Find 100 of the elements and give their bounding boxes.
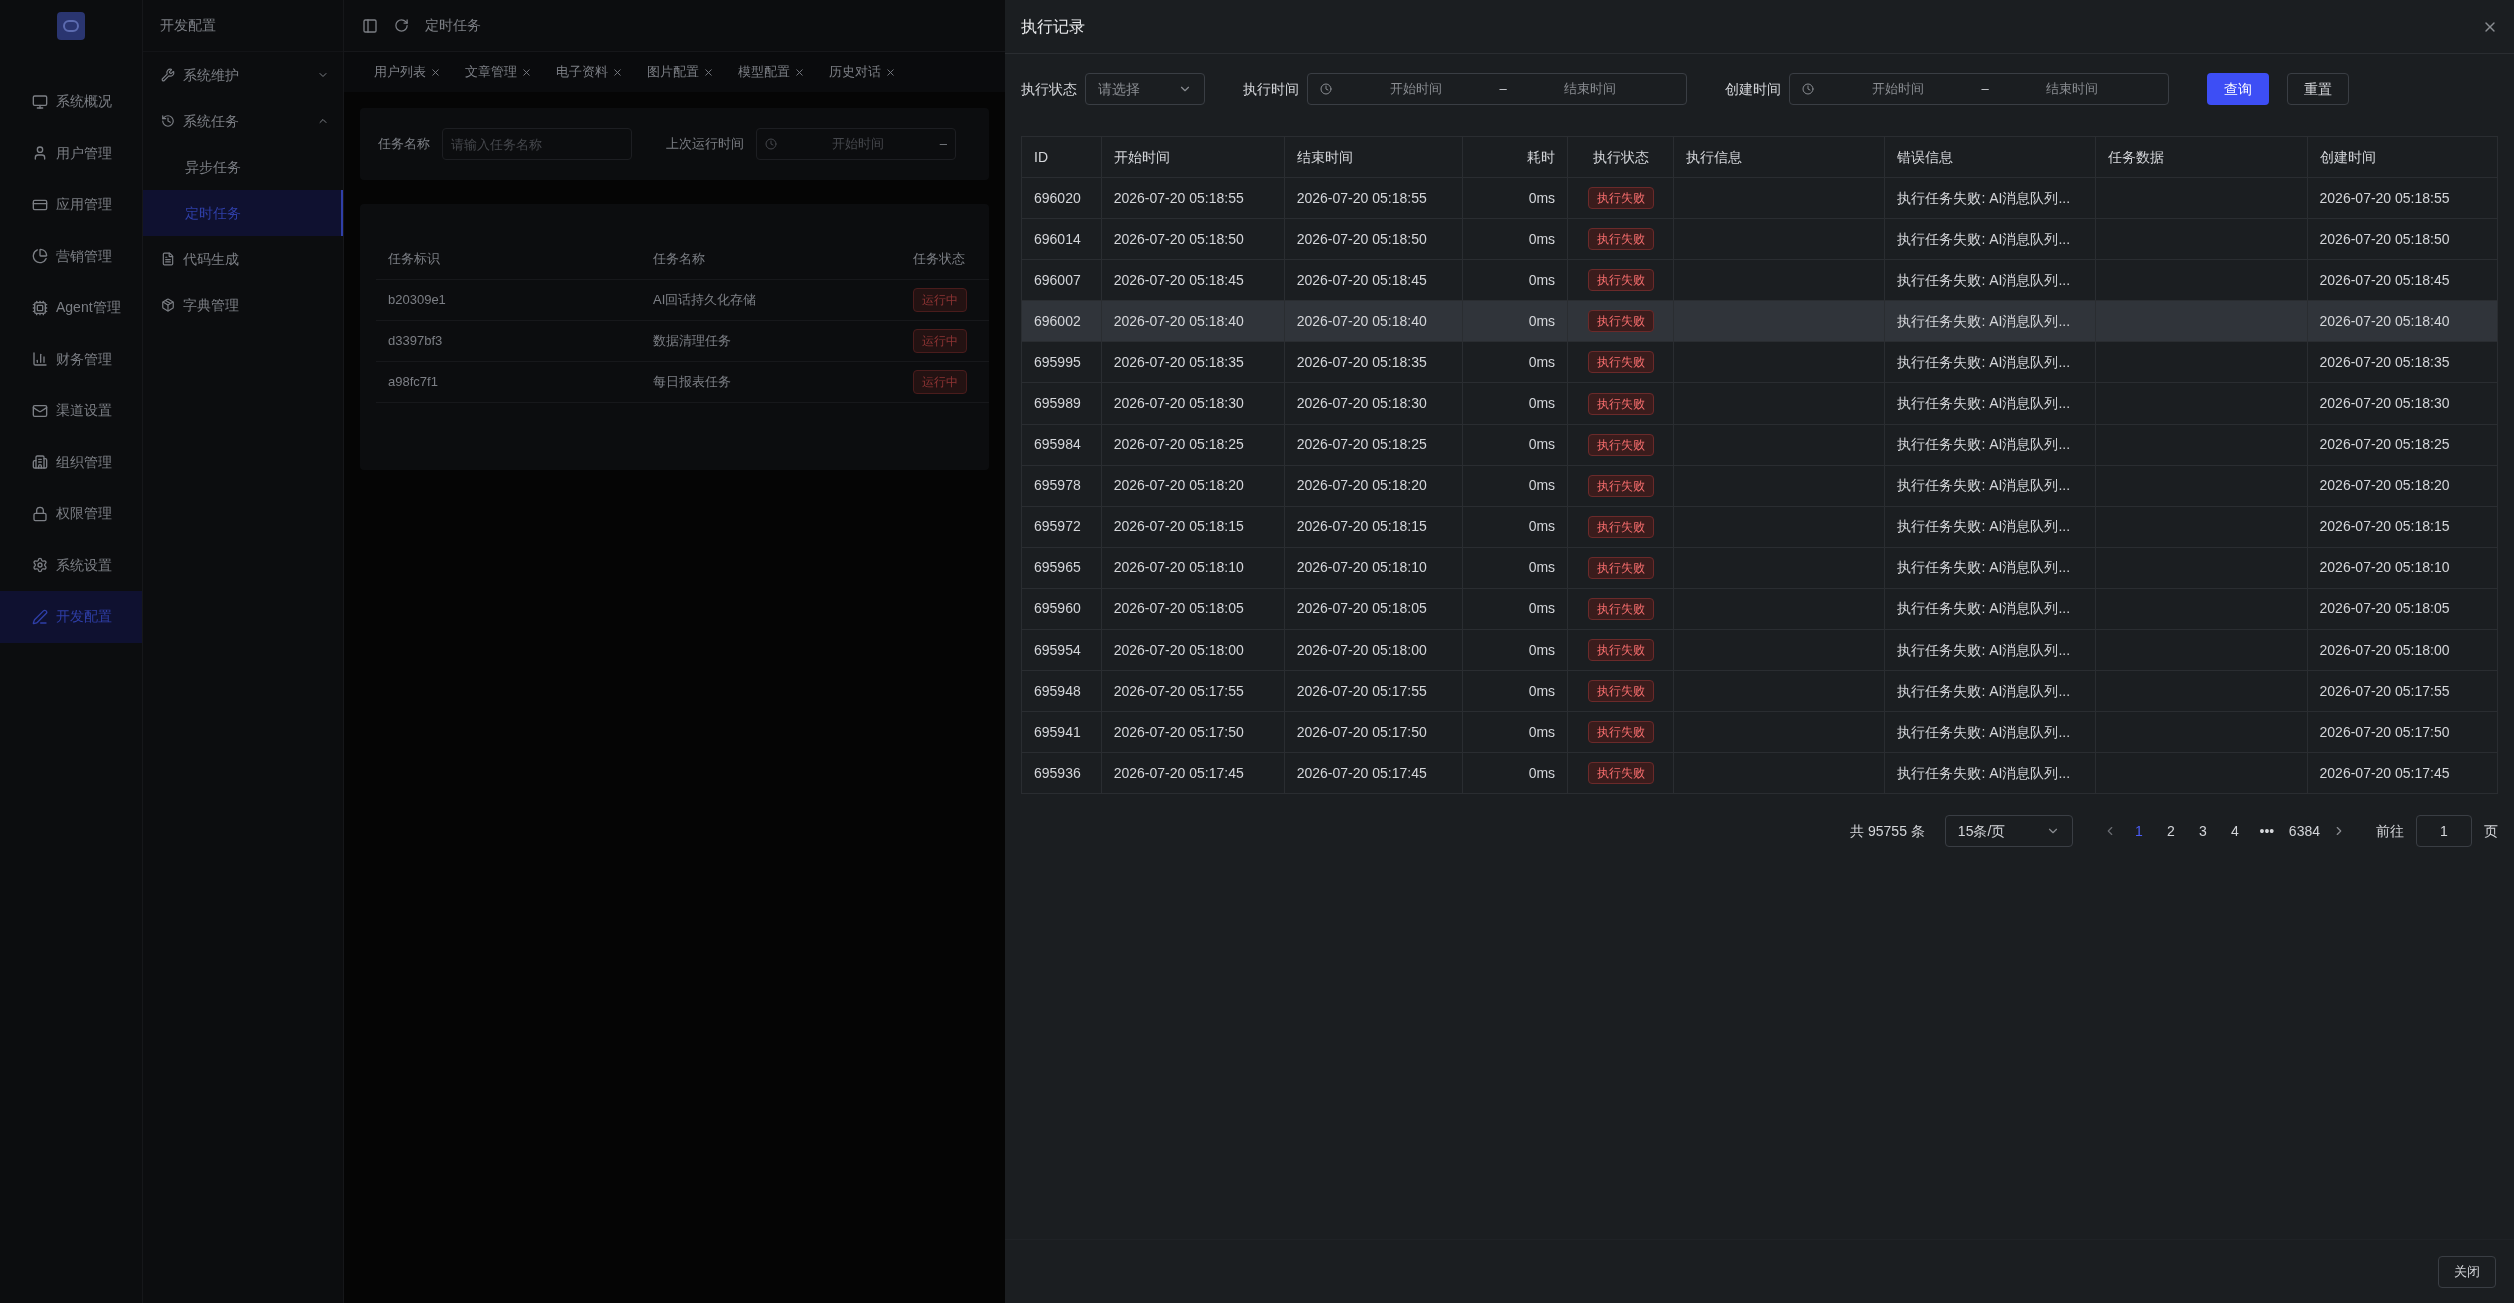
table-row[interactable]: 695948 2026-07-20 05:17:55 2026-07-20 05:17:55 0ms 执行失败 执行任务失败: AI消息队列... 2026-07-20 05:17:55: [1021, 670, 2498, 712]
table-cell: 2026-07-20 05:18:10: [1284, 547, 1463, 589]
table-cell: 2026-07-20 05:18:25: [1101, 424, 1285, 466]
submenu-item[interactable]: 字典管理: [143, 282, 343, 328]
page-tab[interactable]: 电子资料: [556, 62, 623, 82]
reset-button[interactable]: 重置: [2287, 73, 2349, 105]
status-tag: 执行失败: [1587, 762, 1654, 785]
field-label: 执行状态: [1021, 79, 1077, 99]
table-row[interactable]: 695989 2026-07-20 05:18:30 2026-07-20 05:18:30 0ms 执行失败 执行任务失败: AI消息队列... 2026-07-20 05:18:30: [1021, 382, 2498, 425]
status-tag: 执行失败: [1587, 680, 1654, 703]
table-cell: 695989: [1021, 382, 1102, 425]
table-row[interactable]: 695941 2026-07-20 05:17:50 2026-07-20 05:17:50 0ms 执行失败 执行任务失败: AI消息队列... 2026-07-20 05:17:50: [1021, 711, 2498, 753]
drawer-title: 执行记录: [1021, 16, 1085, 37]
table-cell: 2026-07-20 05:18:00: [2307, 629, 2498, 671]
nav-item[interactable]: 营销管理: [0, 230, 142, 282]
date-range-field[interactable]: 开始时间 – 结束时间: [1307, 73, 1687, 105]
table-cell: 2026-07-20 05:18:35: [1101, 341, 1285, 383]
status-tag: 执行失败: [1587, 598, 1654, 620]
date-range-field[interactable]: 开始时间 – 结束时间: [1789, 73, 2169, 105]
table-cell: 2026-07-20 05:18:30: [1284, 382, 1463, 425]
clock-icon: [765, 138, 777, 150]
submenu-item[interactable]: 代码生成: [143, 236, 343, 282]
table-cell: 0ms: [1462, 629, 1568, 671]
close-icon[interactable]: [612, 66, 623, 78]
table-row[interactable]: 695960 2026-07-20 05:18:05 2026-07-20 05:18:05 0ms 执行失败 执行任务失败: AI消息队列... 2026-07-20 05:18:05: [1021, 588, 2498, 630]
query-button[interactable]: 查询: [2207, 73, 2269, 105]
table-row[interactable]: 695972 2026-07-20 05:18:15 2026-07-20 05:18:15 0ms 执行失败 执行任务失败: AI消息队列... 2026-07-20 05:18:15: [1021, 506, 2498, 548]
nav-item[interactable]: 组织管理: [0, 436, 142, 488]
page-number[interactable]: 3: [2192, 820, 2213, 842]
nav-item[interactable]: 系统设置: [0, 539, 142, 591]
page-number[interactable]: 1: [2128, 820, 2149, 842]
page-tab[interactable]: 图片配置: [647, 62, 714, 82]
table-row[interactable]: 695984 2026-07-20 05:18:25 2026-07-20 05:18:25 0ms 执行失败 执行任务失败: AI消息队列... 2026-07-20 05:18:25: [1021, 424, 2498, 466]
table-row[interactable]: 696014 2026-07-20 05:18:50 2026-07-20 05:18:50 0ms 执行失败 执行任务失败: AI消息队列... 2026-07-20 05:18:50: [1021, 218, 2498, 260]
table-cell: 695978: [1021, 465, 1102, 507]
table-row[interactable]: 695954 2026-07-20 05:18:00 2026-07-20 05:18:00 0ms 执行失败 执行任务失败: AI消息队列... 2026-07-20 05:18:00: [1021, 629, 2498, 671]
status-tag: 执行失败: [1587, 351, 1654, 374]
close-icon[interactable]: [430, 66, 441, 78]
page-number[interactable]: 4: [2224, 820, 2245, 842]
page-tab[interactable]: 历史对话: [829, 62, 896, 82]
column-header: 执行信息: [1673, 136, 1885, 178]
table-cell: 执行任务失败: AI消息队列...: [1884, 382, 2096, 425]
table-cell: 执行任务失败: AI消息队列...: [1884, 300, 2096, 342]
nav-item[interactable]: 渠道设置: [0, 385, 142, 437]
table-cell: b20309e1: [376, 279, 641, 320]
table-cell: 执行任务失败: AI消息队列...: [1884, 506, 2096, 548]
table-row[interactable]: 696007 2026-07-20 05:18:45 2026-07-20 05:18:45 0ms 执行失败 执行任务失败: AI消息队列... 2026-07-20 05:18:45: [1021, 259, 2498, 301]
column-header: 耗时: [1462, 136, 1568, 178]
submenu-item[interactable]: 系统任务: [143, 98, 343, 144]
page-input[interactable]: 1: [2416, 815, 2472, 848]
sidebar-toggle-icon[interactable]: [362, 17, 378, 34]
page-tab[interactable]: 文章管理: [465, 62, 532, 82]
close-icon[interactable]: [794, 66, 805, 78]
table-cell: 0ms: [1462, 588, 1568, 630]
table-cell: 执行任务失败: AI消息队列...: [1884, 629, 2096, 671]
table-cell: 0ms: [1462, 424, 1568, 466]
table-row[interactable]: 695978 2026-07-20 05:18:20 2026-07-20 05:18:20 0ms 执行失败 执行任务失败: AI消息队列... 2026-07-20 05:18:20: [1021, 465, 2498, 507]
settings-icon: [32, 557, 48, 574]
table-cell: 695984: [1021, 424, 1102, 466]
nav-item[interactable]: 应用管理: [0, 179, 142, 231]
nav-item[interactable]: 用户管理: [0, 127, 142, 179]
page-number[interactable]: 6384: [2288, 820, 2320, 842]
nav-item[interactable]: 财务管理: [0, 333, 142, 385]
nav-item[interactable]: 权限管理: [0, 488, 142, 540]
status-select[interactable]: 请选择: [1085, 73, 1205, 105]
table-cell: 2026-07-20 05:18:40: [1284, 300, 1463, 342]
nav-item[interactable]: Agent管理: [0, 282, 142, 334]
table-cell: 2026-07-20 05:18:50: [1284, 218, 1463, 260]
date-range-field[interactable]: 开始时间 –: [756, 128, 956, 160]
page-number[interactable]: 2: [2160, 820, 2181, 842]
table-cell: 2026-07-20 05:17:50: [1101, 711, 1285, 753]
column-header: 创建时间: [2307, 136, 2498, 178]
table-row[interactable]: 696002 2026-07-20 05:18:40 2026-07-20 05:18:40 0ms 执行失败 执行任务失败: AI消息队列... 2026-07-20 05:18:40: [1021, 300, 2498, 342]
field-label: 创建时间: [1725, 79, 1781, 99]
status-tag: 执行失败: [1587, 310, 1654, 333]
close-icon[interactable]: [703, 66, 714, 78]
refresh-icon[interactable]: [394, 18, 409, 33]
table-row[interactable]: 695965 2026-07-20 05:18:10 2026-07-20 05:18:10 0ms 执行失败 执行任务失败: AI消息队列... 2026-07-20 05:18:10: [1021, 547, 2498, 589]
table-cell: 执行任务失败: AI消息队列...: [1884, 465, 2096, 507]
page-size-select[interactable]: 15条/页: [1944, 815, 2073, 848]
close-icon[interactable]: [885, 66, 896, 78]
submenu-subitem[interactable]: 异步任务: [143, 144, 343, 190]
status-tag: 运行中: [913, 287, 967, 312]
submenu-item[interactable]: 系统维护: [143, 52, 343, 98]
page-tab[interactable]: 模型配置: [738, 62, 805, 82]
table-row[interactable]: 695936 2026-07-20 05:17:45 2026-07-20 05:17:45 0ms 执行失败 执行任务失败: AI消息队列... 2026-07-20 05:17:45: [1021, 752, 2498, 794]
close-icon[interactable]: [521, 66, 532, 78]
nav-item[interactable]: 系统概况: [0, 76, 142, 128]
page-tab[interactable]: 用户列表: [374, 62, 441, 82]
close-button[interactable]: 关闭: [2438, 1255, 2496, 1288]
table-row[interactable]: 696020 2026-07-20 05:18:55 2026-07-20 05:18:55 0ms 执行失败 执行任务失败: AI消息队列... 2026-07-20 05:18:55: [1021, 177, 2498, 219]
table-cell: 0ms: [1462, 300, 1568, 342]
table-cell: 2026-07-20 05:18:00: [1284, 629, 1463, 671]
status-tag: 执行失败: [1587, 556, 1654, 579]
table-cell: 2026-07-20 05:18:20: [1101, 465, 1285, 507]
table-row[interactable]: 695995 2026-07-20 05:18:35 2026-07-20 05:18:35 0ms 执行失败 执行任务失败: AI消息队列... 2026-07-20 05:18:35: [1021, 341, 2498, 383]
table-cell: 2026-07-20 05:18:50: [2307, 218, 2498, 260]
table-cell: 0ms: [1462, 547, 1568, 589]
status-tag: 执行失败: [1587, 721, 1654, 744]
page-number[interactable]: •••: [2256, 820, 2277, 842]
